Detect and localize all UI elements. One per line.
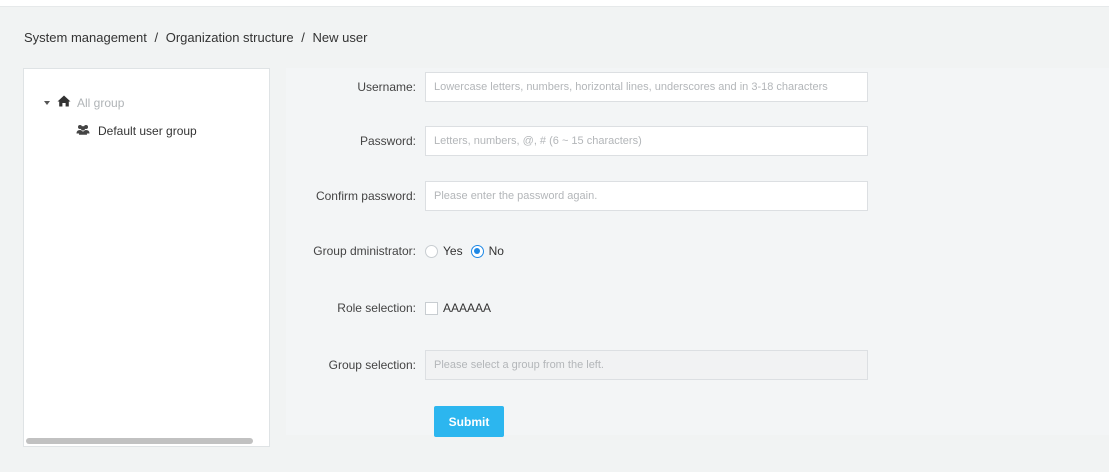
group-admin-label: Group dministrator: <box>313 244 416 258</box>
username-input[interactable] <box>425 72 868 102</box>
users-icon <box>76 124 90 138</box>
password-input[interactable] <box>425 126 868 156</box>
group-tree-panel: All group Default user group <box>23 68 270 447</box>
password-row: Password: <box>286 126 868 156</box>
group-admin-yes-label[interactable]: Yes <box>443 244 463 258</box>
tree-node-label: Default user group <box>98 124 197 138</box>
breadcrumb-separator: / <box>301 30 305 45</box>
role-selection-label: Role selection: <box>337 301 416 315</box>
username-row: Username: <box>286 72 868 102</box>
group-selection-label: Group selection: <box>328 358 416 372</box>
group-admin-yes-radio[interactable] <box>425 244 438 258</box>
group-selection-input <box>425 350 868 380</box>
breadcrumb-item-organization-structure[interactable]: Organization structure <box>166 30 294 45</box>
top-bar <box>0 0 1109 7</box>
breadcrumb-item-system-management[interactable]: System management <box>24 30 147 45</box>
tree-node-default-user-group[interactable]: Default user group <box>76 124 197 138</box>
breadcrumb-item-new-user: New user <box>312 30 368 45</box>
submit-button[interactable]: Submit <box>434 406 504 437</box>
horizontal-scrollbar[interactable] <box>26 438 253 444</box>
role-selection-row: Role selection: AAAAAA <box>286 301 499 315</box>
breadcrumb-separator: / <box>154 30 159 45</box>
group-admin-no-radio[interactable] <box>470 244 484 258</box>
breadcrumb: System management / Organization structu… <box>24 30 367 45</box>
password-label: Password: <box>359 134 416 148</box>
confirm-password-label: Confirm password: <box>315 189 416 203</box>
tree-node-label: All group <box>77 95 125 110</box>
role-aaaaaa-checkbox[interactable] <box>425 301 438 315</box>
confirm-password-input[interactable] <box>425 181 868 211</box>
group-admin-no-label[interactable]: No <box>489 244 504 258</box>
role-aaaaaa-label[interactable]: AAAAAA <box>443 301 491 315</box>
new-user-form: Username: Password: Confirm password: Gr… <box>286 68 1109 437</box>
group-selection-row: Group selection: <box>286 350 868 380</box>
tree-node-all-group[interactable]: All group <box>44 95 124 110</box>
caret-down-icon[interactable] <box>44 100 50 105</box>
confirm-password-row: Confirm password: <box>286 181 868 211</box>
home-icon <box>57 95 71 110</box>
username-label: Username: <box>357 80 416 94</box>
group-admin-row: Group dministrator: Yes No <box>286 244 512 258</box>
